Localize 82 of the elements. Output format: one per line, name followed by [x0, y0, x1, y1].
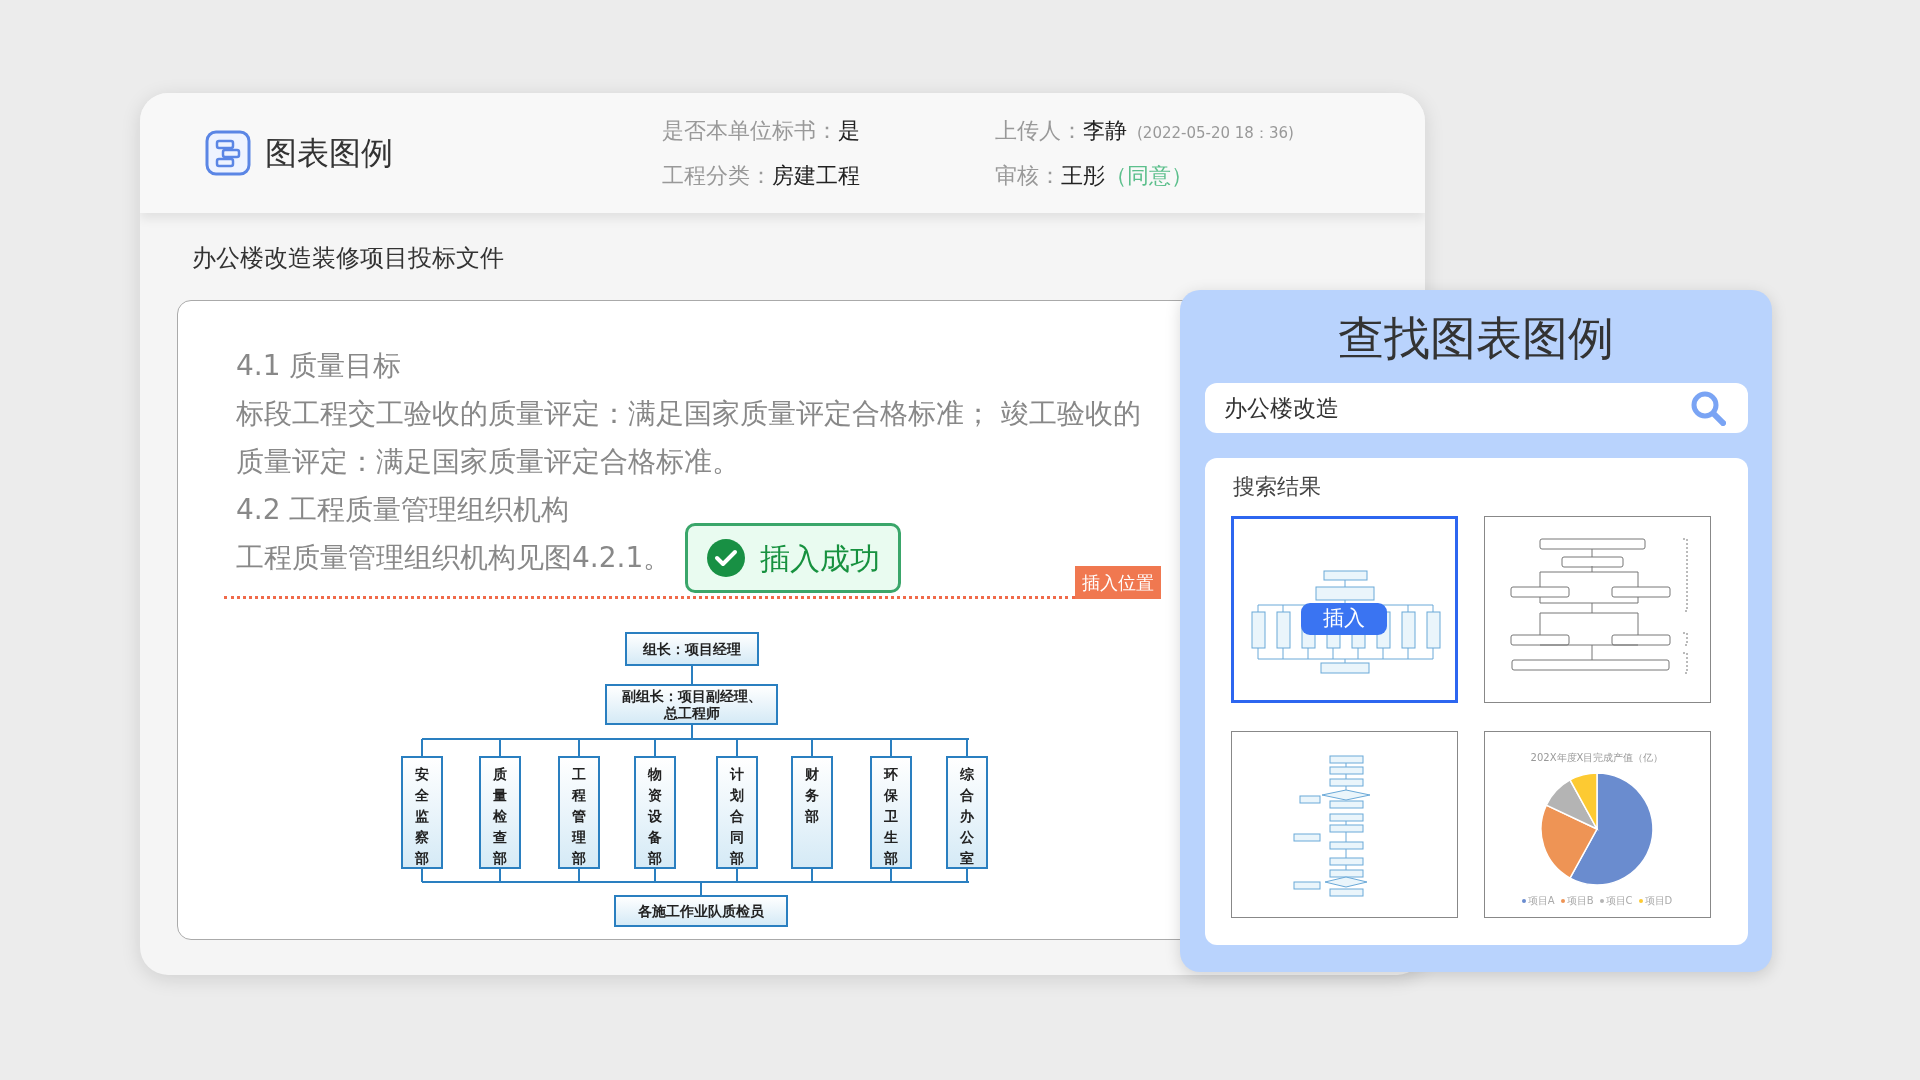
chart-node [1611, 586, 1670, 598]
field-label: 上传人： [995, 117, 1083, 145]
legend-label: 项目D [1644, 895, 1673, 907]
paragraph: 4.1 质量目标 [236, 348, 403, 384]
result-thumbnail[interactable]: 202X年度X目完成产值（亿） 项目A 项目B 项目C 项目D [1483, 731, 1711, 918]
chart-node [1510, 586, 1569, 598]
connector-line [691, 665, 693, 685]
department-name: 环保卫生部 [884, 766, 898, 868]
chart-node [1329, 778, 1363, 787]
insert-button[interactable]: 插入 [1301, 603, 1387, 635]
chart-node [1324, 876, 1367, 888]
chart-icon [205, 130, 251, 176]
department-name: 质量检查部 [493, 766, 507, 868]
paragraph: 工程质量管理组织机构见图4.2.1。 [236, 540, 672, 576]
department-name: 综合办公室 [960, 766, 974, 868]
connector-line [1591, 548, 1592, 558]
chart-node [1293, 881, 1320, 890]
org-chart-node: 副组长：项目副经理、总工程师 [605, 684, 778, 725]
toast-text: 插入成功 [760, 539, 881, 578]
chart-node [1329, 813, 1363, 822]
result-thumbnail[interactable] [1483, 516, 1711, 703]
upload-time: (2022-05-20 18：36) [1137, 123, 1294, 144]
chart-node [1251, 611, 1265, 649]
org-chart-node: 各施工作业队质检员 [614, 895, 788, 927]
chart-node [1329, 869, 1363, 878]
chart-node [1320, 662, 1369, 674]
chart-node [1329, 888, 1363, 897]
department-name: 财务部 [805, 766, 819, 826]
result-thumbnail[interactable] [1230, 731, 1458, 918]
field-label: 是否本单位标书： [662, 117, 838, 145]
document-title: 办公楼改造装修项目投标文件 [192, 243, 505, 273]
field-value: 是 [838, 117, 860, 145]
chart-node [1510, 634, 1569, 646]
search-icon [1689, 390, 1726, 426]
department-name: 工程管理部 [572, 766, 586, 868]
legend-label: 项目C [1605, 895, 1633, 907]
chart-node [1293, 833, 1320, 842]
chart-title: 202X年度X目完成产值（亿） [1530, 751, 1664, 765]
department-name: 安全监察部 [415, 766, 429, 868]
department-name: 物资设备部 [648, 766, 662, 868]
chart-node [1561, 556, 1623, 568]
connector-line [1345, 820, 1346, 826]
chart-node [1611, 634, 1670, 646]
field-value: 李静 [1083, 117, 1127, 145]
connector-line [1345, 785, 1346, 791]
check-icon [706, 538, 747, 578]
approval-status: （同意） [1105, 162, 1193, 190]
connector-line [1345, 848, 1346, 859]
field-value: 房建工程 [772, 162, 860, 190]
insert-position-tag: 插入位置 [1075, 566, 1161, 599]
chart-node [1329, 766, 1363, 775]
chart-node [1329, 841, 1363, 850]
bracket-line [1682, 632, 1687, 646]
chart-node [1426, 611, 1440, 649]
field-label: 审核： [995, 162, 1061, 190]
panel-title: 查找图表图例 [1338, 310, 1614, 367]
field-value: 王彤 [1061, 162, 1105, 190]
connector-line [1344, 579, 1345, 588]
chart-node [1315, 586, 1374, 601]
connector-line [1345, 864, 1346, 871]
connector-line [1345, 762, 1346, 768]
chart-node [1329, 857, 1363, 866]
chart-node [1329, 755, 1363, 764]
page-title: 图表图例 [265, 133, 394, 174]
connector-line [1345, 773, 1346, 780]
results-heading: 搜索结果 [1232, 473, 1322, 501]
chart-node [1401, 611, 1415, 649]
result-thumbnail[interactable]: 插入 [1230, 516, 1458, 703]
search-bar[interactable]: 办公楼改造 [1204, 383, 1748, 433]
paragraph: 4.2 工程质量管理组织机构 [236, 492, 571, 528]
legend-label: 项目B [1566, 895, 1594, 907]
legend-label: 项目A [1527, 895, 1555, 907]
paragraph: 标段工程交工验收的质量评定：满足国家质量评定合格标准； 竣工验收的质量评定：满足国家质量评定合格标准。 [236, 396, 1142, 480]
org-chart-node: 组长：项目经理 [625, 632, 759, 666]
chart-node [1276, 611, 1290, 649]
field-label: 工程分类： [662, 162, 772, 190]
search-field[interactable]: 办公楼改造 [1223, 390, 1690, 426]
bracket-line [1682, 652, 1687, 674]
department-name: 计划合同部 [730, 766, 744, 868]
connector-line [1345, 831, 1346, 843]
chart-node [1329, 824, 1363, 833]
chart-node [1323, 570, 1367, 581]
